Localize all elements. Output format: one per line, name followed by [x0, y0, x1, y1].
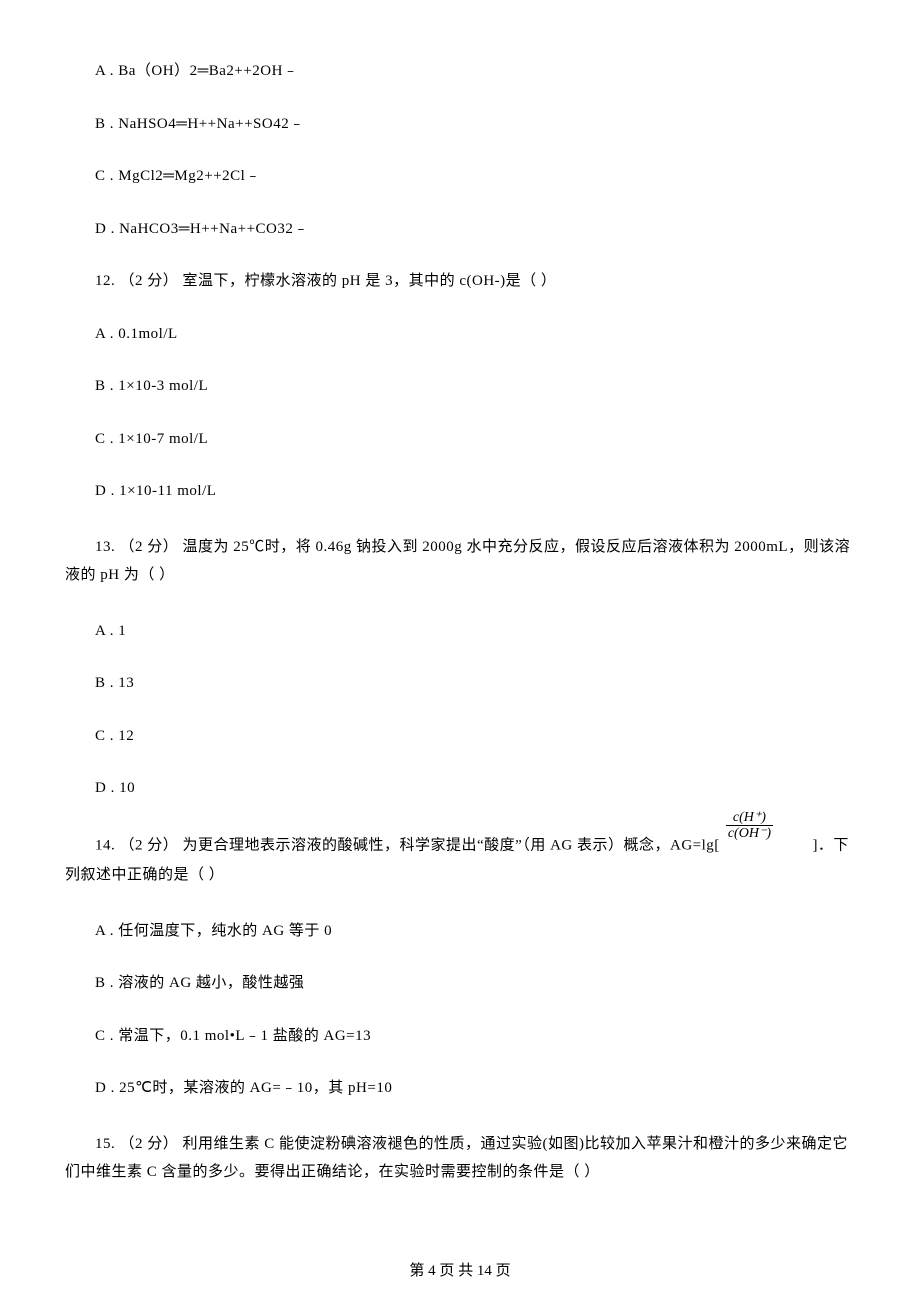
q11-option-c: C . MgCl2═Mg2++2Cl﹣	[65, 165, 855, 188]
q11-option-b: B . NaHSO4═H++Na++SO42﹣	[65, 113, 855, 136]
q12-option-a: A . 0.1mol/L	[65, 323, 855, 346]
q12-option-b: B . 1×10-3 mol/L	[65, 375, 855, 398]
q11-option-d: D . NaHCO3═H++Na++CO32﹣	[65, 218, 855, 241]
q14-option-b: B . 溶液的 AG 越小，酸性越强	[65, 972, 855, 995]
q13-stem: 13. （2 分） 温度为 25℃时，将 0.46g 钠投入到 2000g 水中…	[65, 533, 855, 590]
q14-option-a: A . 任何温度下，纯水的 AG 等于 0	[65, 920, 855, 943]
q13-option-a: A . 1	[65, 620, 855, 643]
q12-option-d: D . 1×10-11 mol/L	[65, 480, 855, 503]
page-footer: 第 4 页 共 14 页	[0, 1260, 920, 1283]
q12-stem: 12. （2 分） 室温下，柠檬水溶液的 pH 是 3，其中的 c(OH-)是（…	[65, 270, 855, 293]
q13-option-d: D . 10	[65, 777, 855, 800]
q11-option-a: A . Ba（OH）2═Ba2++2OH﹣	[65, 60, 855, 83]
q13-option-c: C . 12	[65, 725, 855, 748]
q14-block: c(H⁺) c(OH⁻) 14. （2 分） 为更合理地表示溶液的酸碱性，科学家…	[65, 830, 855, 890]
page: A . Ba（OH）2═Ba2++2OH﹣ B . NaHSO4═H++Na++…	[0, 0, 920, 1302]
fraction-denominator: c(OH⁻)	[726, 826, 773, 841]
q14-option-c: C . 常温下，0.1 mol•L﹣1 盐酸的 AG=13	[65, 1025, 855, 1048]
fraction-numerator: c(H⁺)	[726, 810, 773, 826]
q14-option-d: D . 25℃时，某溶液的 AG=﹣10，其 pH=10	[65, 1077, 855, 1100]
q12-option-c: C . 1×10-7 mol/L	[65, 428, 855, 451]
q15-stem: 15. （2 分） 利用维生素 C 能使淀粉碘溶液褪色的性质，通过实验(如图)比…	[65, 1130, 855, 1187]
q14-stem-pre: 14. （2 分） 为更合理地表示溶液的酸碱性，科学家提出“酸度”（用 AG 表…	[95, 837, 724, 853]
q13-option-b: B . 13	[65, 672, 855, 695]
fraction-icon: c(H⁺) c(OH⁻)	[724, 810, 775, 842]
